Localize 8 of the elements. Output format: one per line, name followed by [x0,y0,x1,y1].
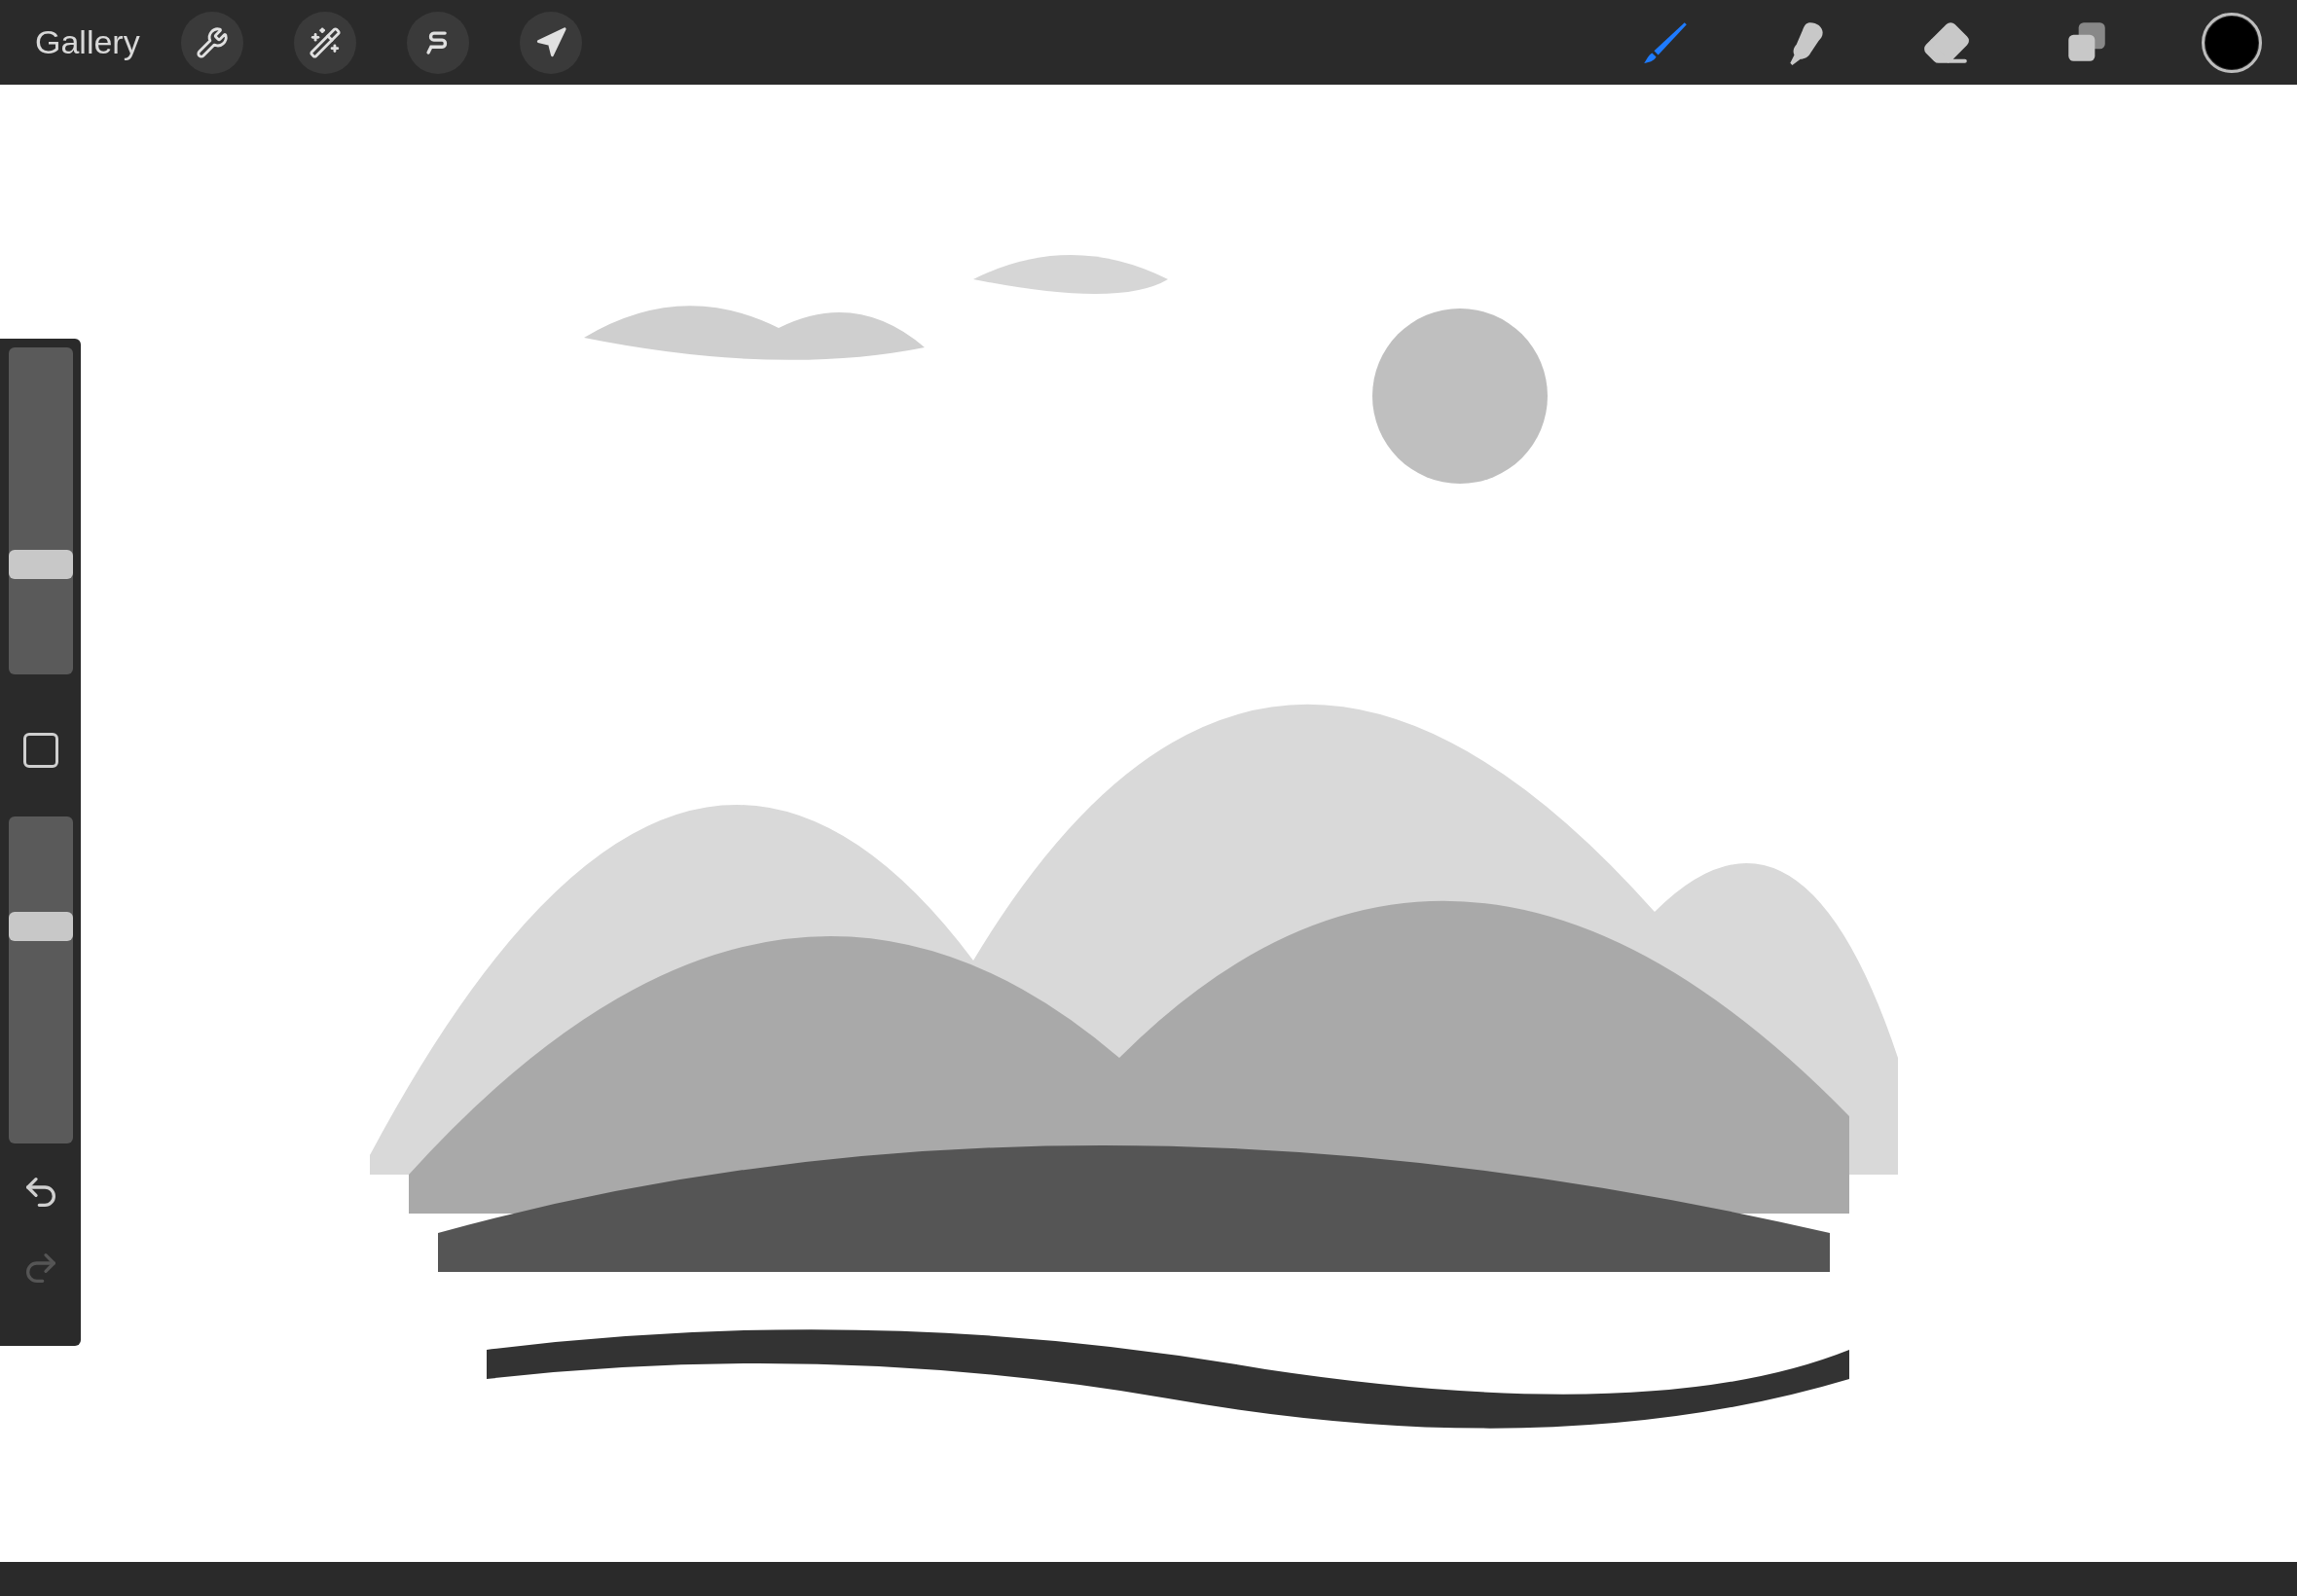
slider-thumb[interactable] [8,550,73,580]
wrench-icon [195,25,229,59]
slider-thumb[interactable] [8,911,73,941]
opacity-slider[interactable] [8,816,73,1143]
gallery-button[interactable]: Gallery [35,18,140,67]
brush-size-slider[interactable] [8,347,73,674]
modify-button[interactable] [22,733,58,768]
magic-wand-icon [308,25,342,59]
